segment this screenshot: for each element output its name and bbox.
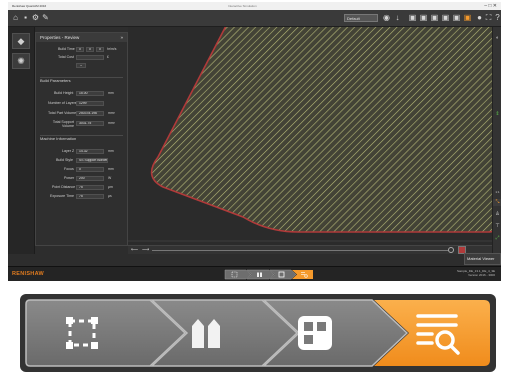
part-volume-value: 250378.196 — [76, 111, 104, 116]
support-volume-unit: mm³ — [108, 121, 115, 125]
tab-prepare — [224, 269, 252, 280]
view-select[interactable]: Default — [344, 14, 378, 22]
3d-viewport[interactable]: ⟵ ⟶ — [128, 27, 492, 254]
layer-label: Layer Z — [62, 149, 75, 153]
title-bar: Renishaw QuantAM 2016 Interactive Simula… — [8, 2, 501, 10]
measure-icon[interactable]: ⤡ — [493, 199, 501, 206]
exposure-time-value: 75 — [76, 194, 104, 199]
window-controls[interactable]: – □ ✕ — [484, 3, 497, 9]
material-viewer-button[interactable]: Material Viewer — [464, 253, 501, 265]
support-volume-value: 3031.75 — [76, 121, 104, 126]
layer-unit: mm — [108, 149, 114, 153]
settings-icon[interactable]: ⚙ — [31, 13, 40, 22]
build-style-label: Build Style — [56, 158, 73, 162]
fit-icon[interactable]: ⛶ — [484, 13, 493, 22]
focus-label: Focus — [64, 167, 74, 171]
view-top-icon[interactable]: ▣ — [452, 13, 461, 22]
view-left-icon[interactable]: ▣ — [430, 13, 439, 22]
pin-icon[interactable]: ⊤ — [493, 223, 501, 230]
exposure-time-unit: μs — [108, 194, 112, 198]
app-window: Renishaw QuantAM 2016 Interactive Simula… — [8, 2, 501, 281]
support-volume-label: Total Support Volume — [52, 120, 74, 128]
panel-header: Properties - Review » — [36, 33, 127, 42]
home-icon[interactable]: ⌂ — [11, 13, 20, 22]
build-height-label: Build Height — [54, 91, 74, 95]
app-title: Renishaw QuantAM 2016 — [12, 4, 47, 8]
point-distance-unit: μm — [108, 185, 113, 189]
view-right-icon[interactable]: ▣ — [441, 13, 450, 22]
left-sidebar: ◆ ✺ — [8, 27, 35, 254]
build-height-unit: mm — [108, 91, 114, 95]
document-title: Interactive Simulation — [228, 4, 257, 8]
view-front-icon[interactable]: ▣ — [408, 13, 417, 22]
step-forward-icon[interactable]: ⟶ — [142, 247, 149, 253]
scale-icon[interactable]: ◐ — [493, 35, 501, 42]
light-icon[interactable]: ↓ — [393, 13, 402, 22]
collapse-panel-icon[interactable]: » — [120, 33, 123, 42]
layer-slider-handle[interactable] — [448, 247, 454, 253]
layers-value: 1299 — [76, 101, 104, 106]
file-info: Sample_DE_13.1_DE_4_3E Version 2016 - 30… — [457, 269, 495, 277]
main-toolbar: ⌂ ▪ ⚙ ✎ Default ◉ ↓ ▣ ▣ ▣ ▣ ▣ ▣ ● ⛶ ? — [8, 10, 501, 27]
machine-information-heading: Machine Information — [40, 136, 77, 141]
total-cost-unit: £ — [107, 55, 109, 59]
tab-prepare[interactable] — [25, 299, 187, 367]
layer-slice-view — [128, 27, 492, 242]
visibility-icon[interactable]: ● — [475, 13, 484, 22]
point-distance-value: 75 — [76, 185, 104, 190]
properties-panel: Properties - Review » Build Time 0 0 0 h… — [35, 32, 128, 246]
help-icon[interactable]: ? — [493, 13, 501, 22]
layout-icon — [298, 316, 332, 350]
focus-unit: mm — [108, 167, 114, 171]
renishaw-logo: RENISHAW — [12, 271, 45, 277]
focus-value: 0 — [76, 167, 104, 172]
exposure-time-label: Exposure Time — [50, 194, 74, 198]
layer-slider-bar: ⟵ ⟶ — [128, 245, 492, 254]
save-icon[interactable]: ▪ — [21, 13, 30, 22]
power-value: 200 — [76, 176, 104, 181]
layer-slider-track[interactable] — [152, 250, 448, 251]
view-iso-icon[interactable]: ▣ — [463, 13, 472, 22]
person-icon[interactable]: ♙ — [493, 211, 501, 218]
step-back-icon[interactable]: ⟵ — [131, 247, 138, 253]
view-back-icon[interactable]: ▣ — [419, 13, 428, 22]
part-volume-unit: mm³ — [108, 111, 115, 115]
build-time-unit: hr/m/s — [107, 47, 117, 51]
tools-icon[interactable]: ✎ — [41, 13, 50, 22]
layers-label: Number of Layers — [48, 101, 77, 105]
zoom-readout: 1:1 — [495, 190, 500, 194]
layer-value: 14.32 — [76, 149, 104, 154]
eye-icon[interactable]: ◉ — [382, 13, 391, 22]
build-time-label: Build Time — [58, 47, 75, 51]
point-distance-label: Point Distance — [52, 185, 76, 189]
build-time-hours[interactable]: 0 — [76, 47, 84, 52]
slice-shape — [150, 27, 492, 233]
build-style-value: SS Support Border — [76, 158, 108, 163]
build-parameters-heading: Build Parameters — [40, 78, 71, 83]
file-status: Version 2016 - 3000 — [468, 273, 495, 277]
right-toolbar: ◐ ⇕ 1:1 ⤡ ♙ ⊤ ⤢ — [492, 27, 501, 254]
workflow-tabs-small — [224, 269, 313, 280]
workflow-tabs-zoom — [0, 288, 507, 379]
supports-icon — [257, 272, 259, 277]
panel-title: Properties - Review — [40, 35, 80, 40]
part-volume-label: Total Part Volume — [48, 111, 77, 115]
power-label: Power — [64, 176, 75, 180]
build-height-value: 15.00 — [76, 91, 104, 96]
build-time-minutes[interactable]: 0 — [86, 47, 94, 52]
total-cost-label: Total Cost — [58, 55, 74, 59]
material-viewer-label: Material Viewer — [467, 256, 495, 261]
part-icon[interactable]: ◆ — [12, 33, 30, 49]
power-unit: W — [108, 176, 112, 180]
expand-cost-button[interactable]: ⌄ — [76, 63, 86, 68]
total-cost-value[interactable] — [76, 55, 104, 60]
build-time-seconds[interactable]: 0 — [96, 47, 104, 52]
layer-indicator-icon: ⇕ — [495, 111, 500, 117]
status-bar: RENISHAW Sample_DE_13.1_DE_4_3E Version … — [8, 266, 501, 281]
axis-icon[interactable]: ⤢ — [493, 235, 501, 242]
build-plate-icon[interactable]: ✺ — [12, 53, 30, 69]
